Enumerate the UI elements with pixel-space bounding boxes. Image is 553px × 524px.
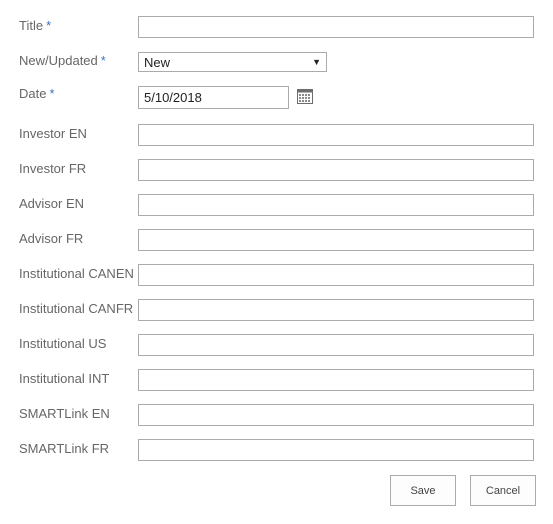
list-item-form: Title* New/Updated* New ▼ Date* Investor…	[0, 0, 553, 524]
field-label-investor-en: Investor EN	[19, 126, 87, 141]
field-label-title: Title *	[19, 18, 52, 33]
field-row-investor-fr: Investor FR	[0, 159, 553, 183]
field-row-institutional-us: Institutional US	[0, 334, 553, 358]
required-marker: *	[46, 18, 52, 33]
field-label-new-updated: New/Updated *	[19, 53, 106, 68]
institutional-canen-input[interactable]	[138, 264, 534, 286]
institutional-canfr-input[interactable]	[138, 299, 534, 321]
field-row-institutional-canfr: Institutional CANFR	[0, 299, 553, 323]
investor-en-input[interactable]	[138, 124, 534, 146]
field-label-investor-fr: Investor FR	[19, 161, 87, 176]
field-label-institutional-int: Institutional INT	[19, 371, 110, 386]
new-updated-select[interactable]: New ▼	[138, 52, 327, 72]
institutional-int-input[interactable]	[138, 369, 534, 391]
cancel-button[interactable]: Cancel	[470, 475, 536, 506]
field-label-smartlink-fr: SMARTLink FR	[19, 441, 110, 456]
field-label-advisor-en: Advisor EN	[19, 196, 85, 211]
field-row-investor-en: Investor EN	[0, 124, 553, 148]
title-input[interactable]	[138, 16, 534, 38]
field-row-smartlink-en: SMARTLink EN	[0, 404, 553, 428]
field-label-advisor-fr: Advisor FR	[19, 231, 84, 246]
field-row-title: Title *	[0, 16, 553, 40]
triangle-down-icon: ▼	[312, 57, 321, 67]
field-label-institutional-canen: Institutional CANEN	[19, 266, 134, 281]
new-updated-selected-value: New	[144, 55, 171, 70]
field-label-institutional-canfr: Institutional CANFR	[19, 301, 134, 316]
save-button[interactable]: Save	[390, 475, 456, 506]
field-label-institutional-us: Institutional US	[19, 336, 107, 351]
smartlink-fr-input[interactable]	[138, 439, 534, 461]
investor-fr-input[interactable]	[138, 159, 534, 181]
required-marker: *	[100, 53, 106, 68]
date-input[interactable]	[138, 86, 289, 109]
field-row-advisor-fr: Advisor FR	[0, 229, 553, 253]
field-row-institutional-canen: Institutional CANEN	[0, 264, 553, 288]
field-row-advisor-en: Advisor EN	[0, 194, 553, 218]
required-marker: *	[49, 86, 55, 101]
smartlink-en-input[interactable]	[138, 404, 534, 426]
field-row-institutional-int: Institutional INT	[0, 369, 553, 393]
advisor-en-input[interactable]	[138, 194, 534, 216]
field-label-smartlink-en: SMARTLink EN	[19, 406, 110, 421]
field-row-smartlink-fr: SMARTLink FR	[0, 439, 553, 463]
institutional-us-input[interactable]	[138, 334, 534, 356]
calendar-icon[interactable]	[297, 88, 313, 104]
advisor-fr-input[interactable]	[138, 229, 534, 251]
field-label-date: Date *	[19, 86, 55, 101]
